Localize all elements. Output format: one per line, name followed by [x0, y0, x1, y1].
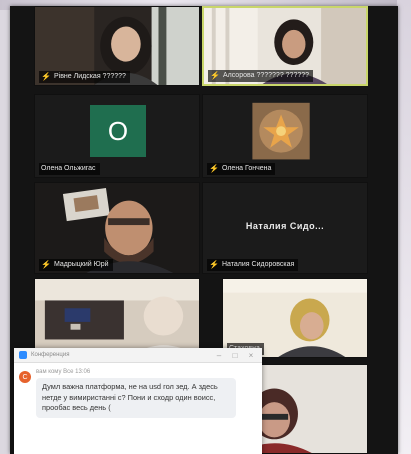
participant-tile[interactable] — [34, 278, 200, 358]
participant-video — [35, 279, 199, 357]
chat-app-name: Конференция — [31, 352, 70, 358]
mic-muted-icon: ⚡ — [209, 260, 219, 269]
chat-message-text: Думл важна платформа, не на usd гол зед.… — [36, 378, 236, 418]
participant-display-name: Наталия Сидо... — [245, 221, 325, 231]
minimize-icon[interactable]: – — [213, 351, 225, 360]
participant-name-label: ⚡ Олена Гончена — [207, 163, 276, 175]
sender-avatar: С — [19, 371, 31, 383]
participant-tile[interactable]: ⚡ Рівне Лидская ?????? — [34, 6, 200, 86]
chat-message: С вам кому Все 13:06 Думл важна платформ… — [14, 363, 262, 418]
close-icon[interactable]: × — [245, 351, 257, 360]
participant-name-label: ⚡ Рівне Лидская ?????? — [39, 71, 130, 83]
mic-muted-icon: ⚡ — [209, 164, 219, 173]
participant-tile-active-speaker[interactable]: ⚡ Алсорова ??????? ?????? — [202, 6, 368, 86]
participant-avatar: O — [90, 105, 146, 157]
chat-message-meta: вам кому Все 13:06 — [36, 369, 91, 375]
background-frame-right — [397, 0, 411, 454]
mic-muted-icon: ⚡ — [41, 260, 51, 269]
chat-notification-popup[interactable]: Конференция – □ × С вам кому Все 13:06 Д… — [14, 348, 262, 454]
participant-name-label: ⚡ Мадрыцкий Юрй — [39, 259, 113, 271]
chat-title-bar: Конференция – □ × — [14, 348, 262, 363]
mic-muted-icon: ⚡ — [210, 71, 220, 80]
participant-tile[interactable]: O Олена Ольжигас — [34, 94, 200, 178]
maximize-icon[interactable]: □ — [229, 351, 241, 360]
mic-muted-icon: ⚡ — [41, 72, 51, 81]
video-gallery: ⚡ Рівне Лидская ?????? ⚡ Алсорова ??????… — [10, 6, 398, 454]
participant-tile[interactable]: Наталия Сидо... ⚡ Наталия Сидоровская — [202, 182, 368, 274]
participant-name-label: ⚡ Наталия Сидоровская — [207, 259, 299, 271]
participant-tile[interactable]: ⚡ Мадрыцкий Юрй — [34, 182, 200, 274]
participant-name-label: Олена Ольжигас — [39, 163, 100, 175]
participant-tile[interactable]: Стаховна — [222, 278, 368, 358]
participant-tile[interactable]: ⚡ Олена Гончена — [202, 94, 368, 178]
zoom-chat-logo-icon — [19, 351, 27, 359]
participant-name-label: ⚡ Алсорова ??????? ?????? — [208, 70, 314, 82]
